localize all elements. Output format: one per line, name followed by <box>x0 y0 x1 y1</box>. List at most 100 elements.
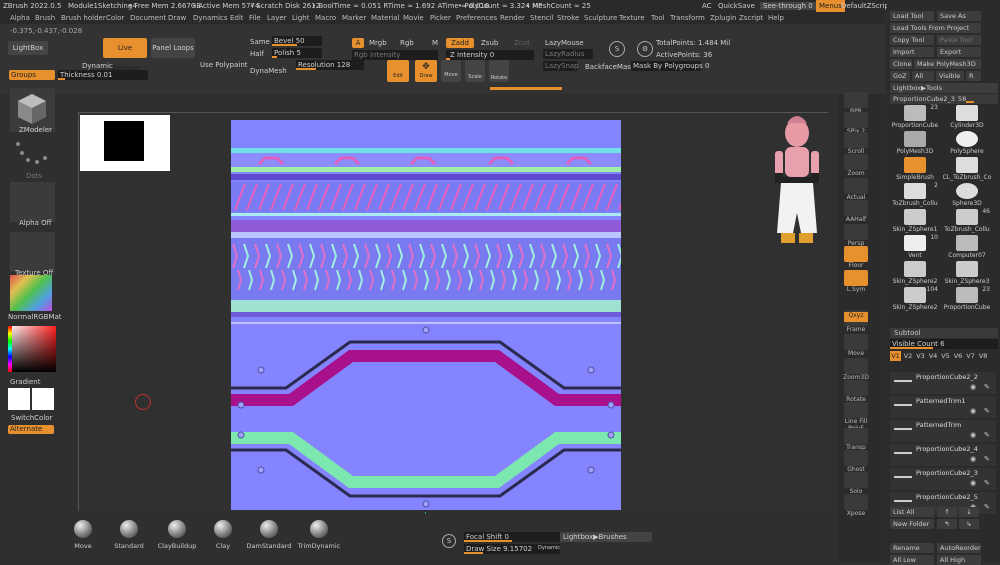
version-tab-v7[interactable]: V7 <box>965 351 976 361</box>
brush-icon[interactable]: ✎ <box>984 407 990 415</box>
menu-edit[interactable]: Edit <box>230 14 244 22</box>
tool-thumb[interactable]: ToZbrush_Collu 2 <box>890 182 940 208</box>
list-all-button[interactable]: List All <box>890 507 934 517</box>
tool-thumb[interactable]: SimpleBrush <box>890 156 940 182</box>
sculptris-bottom-icon[interactable]: S <box>442 534 456 548</box>
brush-icon[interactable]: ✎ <box>984 383 990 391</box>
alternate-button[interactable]: Alternate <box>8 425 54 434</box>
menu-draw[interactable]: Draw <box>168 14 186 22</box>
dynamesh-button[interactable]: DynaMesh <box>250 67 287 75</box>
shelf-rotate-button[interactable] <box>844 380 868 396</box>
new-folder-button[interactable]: New Folder <box>890 519 934 529</box>
menu-zplugin[interactable]: Zplugin <box>710 14 736 22</box>
xyz-toggle[interactable]: Qxyz <box>844 312 868 322</box>
brush-icon[interactable]: ✎ <box>984 455 990 463</box>
shelf-spix-2-button[interactable] <box>844 112 868 128</box>
hue-strip[interactable] <box>8 326 12 372</box>
brush-move[interactable]: Move <box>60 518 106 558</box>
a-toggle[interactable]: A <box>352 38 364 48</box>
menu-layer[interactable]: Layer <box>267 14 287 22</box>
menu-light[interactable]: Light <box>292 14 309 22</box>
mask-by-polygroups-slider[interactable]: Mask By Polygroups 0 <box>631 61 709 71</box>
load-tool-button[interactable]: Load Tool <box>890 11 934 21</box>
gradient-label[interactable]: Gradient <box>10 378 40 386</box>
brush-damstandard[interactable]: DamStandard <box>246 518 292 558</box>
import-button[interactable]: Import <box>890 47 934 57</box>
visible-count-slider[interactable]: Visible Count 6 <box>890 339 998 349</box>
mrgb-button[interactable]: Mrgb <box>369 39 387 47</box>
eye-icon[interactable]: ◉ <box>970 479 976 487</box>
subtool-item[interactable]: PatternedTrim ◉ ✎ <box>890 420 996 442</box>
panel-loops-button[interactable]: Panel Loops <box>151 38 195 58</box>
subtool-header[interactable]: Subtool <box>890 328 998 338</box>
menu-zscript[interactable]: Zscript <box>739 14 763 22</box>
brush-icon[interactable]: ✎ <box>984 479 990 487</box>
see-through-slider[interactable]: See-through 0 <box>760 2 816 10</box>
thickness-slider[interactable]: Thickness 0.01 <box>58 70 148 80</box>
shelf-aahalf-button[interactable] <box>844 200 868 216</box>
menu-macro[interactable]: Macro <box>315 14 336 22</box>
color-picker[interactable] <box>8 326 56 372</box>
same-toggle[interactable]: Same <box>250 38 270 46</box>
menu-stroke[interactable]: Stroke <box>557 14 579 22</box>
brush-icon[interactable]: ✎ <box>984 431 990 439</box>
zsub-button[interactable]: Zsub <box>481 39 498 47</box>
arrow-downright-icon[interactable]: ↳ <box>959 519 979 529</box>
version-tab-v5[interactable]: V5 <box>940 351 951 361</box>
menu-stencil[interactable]: Stencil <box>530 14 554 22</box>
menu-preferences[interactable]: Preferences <box>456 14 497 22</box>
tool-thumb[interactable]: Sphere3D <box>942 182 992 208</box>
make-polymesh-button[interactable]: Make PolyMesh3D <box>914 59 981 69</box>
eye-icon[interactable]: ◉ <box>970 407 976 415</box>
shelf-persp-button[interactable] <box>844 224 868 240</box>
rotate-button[interactable]: Rotate <box>489 60 509 82</box>
shelf-floor-button[interactable] <box>844 246 868 262</box>
version-tab-v6[interactable]: V6 <box>953 351 964 361</box>
eye-icon[interactable]: ◉ <box>970 455 976 463</box>
version-tab-v1[interactable]: V1 <box>890 351 901 361</box>
menu-movie[interactable]: Movie <box>403 14 424 22</box>
tool-thumb[interactable]: PolySphere <box>942 130 992 156</box>
shelf-line-fill-polyf-button[interactable] <box>844 402 868 418</box>
version-tab-v3[interactable]: V3 <box>915 351 926 361</box>
tool-thumb[interactable]: CL_ToZbrush_Co <box>942 156 992 182</box>
autoreorder-button[interactable]: AutoReorder <box>937 543 981 553</box>
dots-stroke-thumb[interactable] <box>10 136 55 174</box>
subtool-item[interactable]: ProportionCube2_3 ◉ ✎ <box>890 468 996 490</box>
paste-tool-button[interactable]: Paste Tool <box>937 35 981 45</box>
shelf-solo-button[interactable] <box>844 472 868 488</box>
lightbox-tools-button[interactable]: Lightbox▶Tools <box>890 83 998 93</box>
brush-clay[interactable]: Clay <box>200 518 246 558</box>
copy-tool-button[interactable]: Copy Tool <box>890 35 934 45</box>
menu-brush-holder[interactable]: Brush holder <box>61 14 106 22</box>
tool-thumb[interactable]: Skin_ZSphere2 <box>890 260 940 286</box>
tool-thumb[interactable]: Skin_ZSphere2 104 <box>890 286 940 312</box>
menu-material[interactable]: Material <box>371 14 399 22</box>
r-button[interactable]: R <box>966 71 981 81</box>
visible-button[interactable]: Visible <box>936 71 964 81</box>
all-low-button[interactable]: All Low <box>890 555 934 565</box>
tool-thumb[interactable]: PolyMesh3D <box>890 130 940 156</box>
backfacemask-toggle[interactable]: BackfaceMask <box>585 63 635 71</box>
menu-picker[interactable]: Picker <box>430 14 451 22</box>
tool-thumb[interactable]: Vent 10 <box>890 234 940 260</box>
brush-standard[interactable]: Standard <box>106 518 152 558</box>
rgb-intensity-slider[interactable]: Rgb Intensity <box>352 50 438 60</box>
dynamic-size-toggle[interactable]: Dynamic <box>538 545 560 551</box>
tool-thumb[interactable]: ProportionCube 23 <box>942 286 992 312</box>
z-intensity-slider[interactable]: Z Intensity 0 <box>446 50 534 60</box>
shelf-ghost-button[interactable] <box>844 450 868 466</box>
arrow-upleft-icon[interactable]: ↰ <box>937 519 957 529</box>
settings-icon[interactable]: ⚙ <box>637 41 653 57</box>
menu-tool[interactable]: Tool <box>651 14 665 22</box>
tool-thumb[interactable]: ToZbrush_Collu 46 <box>942 208 992 234</box>
current-tool-slider[interactable]: ProportionCube2_3 58 <box>890 94 998 104</box>
shelf-move-button[interactable] <box>844 334 868 350</box>
menu-marker[interactable]: Marker <box>342 14 366 22</box>
dynamic-toggle[interactable]: Dynamic <box>82 62 113 70</box>
all-high-button[interactable]: All High <box>937 555 981 565</box>
all-button[interactable]: All <box>912 71 934 81</box>
subtool-item[interactable]: PatternedTrim1 ◉ ✎ <box>890 396 996 418</box>
tool-thumb[interactable]: Cylinder3D <box>942 104 992 130</box>
alpha-thumb[interactable] <box>10 182 55 222</box>
